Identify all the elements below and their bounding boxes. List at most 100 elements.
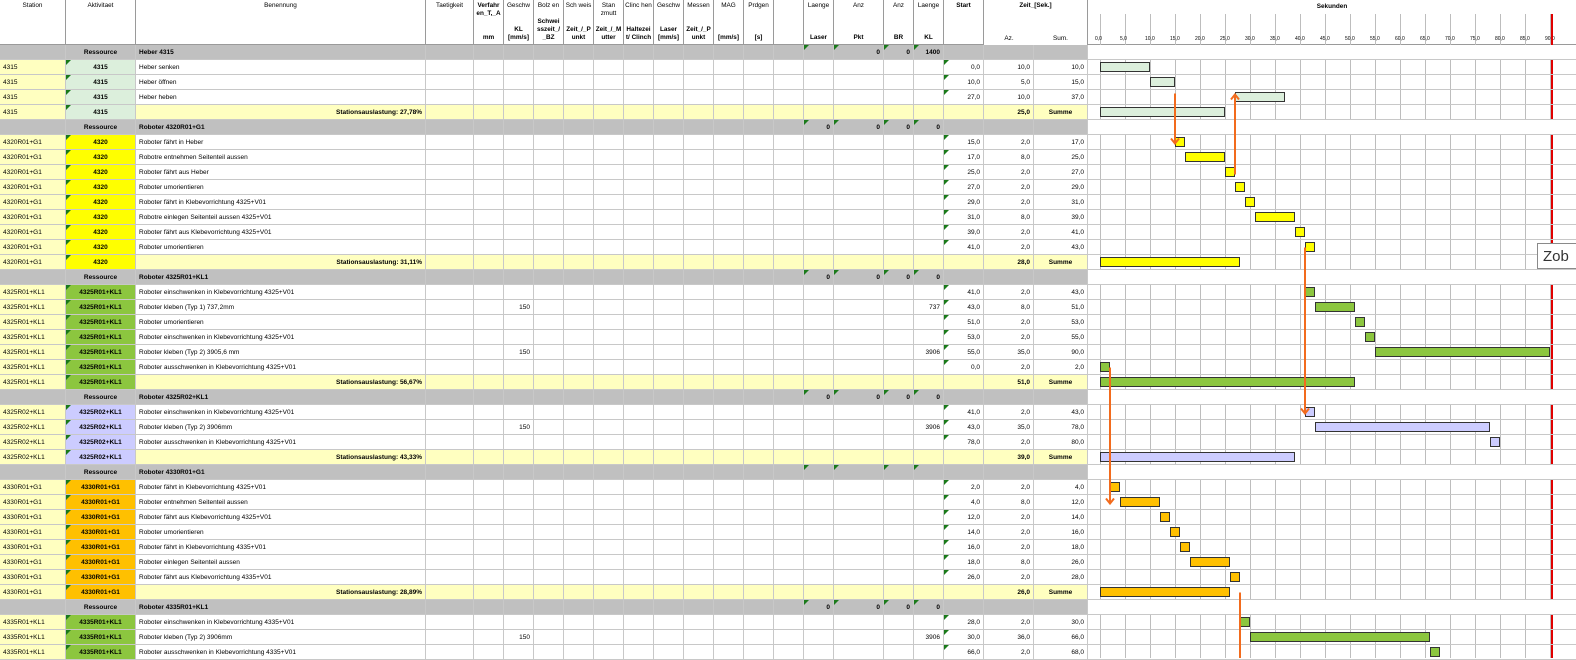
cell-mag[interactable] [714,225,744,240]
cell-stanz[interactable] [594,450,624,465]
cell-stanz[interactable] [594,510,624,525]
cell-pkt[interactable] [834,360,884,375]
cell-br[interactable] [884,495,914,510]
cell-clinch[interactable] [624,150,654,165]
start-cell[interactable]: 17,0 [944,150,984,165]
cell-stanz[interactable] [594,585,624,600]
cell-geschw2[interactable] [654,510,684,525]
cell-stanz[interactable] [594,195,624,210]
sum-cell[interactable]: 43,0 [1034,405,1088,420]
gantt-bar[interactable] [1160,512,1170,522]
cell-geschw[interactable] [504,510,534,525]
cell-blank[interactable] [774,210,804,225]
cell-geschw[interactable] [504,180,534,195]
cell-verf[interactable] [474,330,504,345]
cell-taet[interactable] [426,180,474,195]
cell-laser[interactable] [804,225,834,240]
cell-pruef[interactable] [744,195,774,210]
cell-station[interactable] [0,390,66,405]
cell-bolz[interactable] [534,420,564,435]
cell-br[interactable] [884,405,914,420]
cell-kl[interactable] [914,255,944,270]
cell-pkt[interactable] [834,330,884,345]
resource-label[interactable]: Ressource [66,600,136,615]
az-cell[interactable]: 2,0 [984,615,1034,630]
cell-mag[interactable] [714,345,744,360]
summe-label[interactable]: Summe [1034,255,1088,270]
cell-bolz[interactable] [534,510,564,525]
cell-geschw2[interactable] [654,60,684,75]
start-cell[interactable]: 4,0 [944,495,984,510]
cell-blank[interactable] [774,345,804,360]
station-cell[interactable]: 4325R02+KL1 [0,420,66,435]
cell-mess[interactable] [684,225,714,240]
cell-br[interactable] [884,510,914,525]
cell-taet[interactable] [426,570,474,585]
cell-br[interactable]: 0 [884,270,914,285]
cell-br[interactable] [884,225,914,240]
cell-stanz[interactable] [594,480,624,495]
cell-verf[interactable] [474,210,504,225]
cell-geschw[interactable] [504,465,534,480]
cell-taet[interactable] [426,270,474,285]
az-cell[interactable]: 35,0 [984,420,1034,435]
cell-mag[interactable] [714,210,744,225]
cell-stanz[interactable] [594,405,624,420]
cell-pkt[interactable] [834,150,884,165]
cell-laser[interactable]: 0 [804,600,834,615]
cell-verf[interactable] [474,435,504,450]
cell-geschw[interactable] [504,165,534,180]
cell-laser[interactable] [804,60,834,75]
cell-br[interactable] [884,285,914,300]
cell-mess[interactable] [684,300,714,315]
cell-br[interactable]: 0 [884,45,914,60]
gantt-bar[interactable] [1305,407,1315,417]
cell-blank[interactable] [774,630,804,645]
cell-mess[interactable] [684,630,714,645]
cell-geschw2[interactable] [654,315,684,330]
cell-clinch[interactable] [624,480,654,495]
cell-kl[interactable] [914,570,944,585]
station-cell[interactable]: 4320R01+G1 [0,225,66,240]
cell-blank[interactable] [774,480,804,495]
cell-blank[interactable] [774,240,804,255]
cell-mess[interactable] [684,165,714,180]
cell-geschw2[interactable] [654,555,684,570]
station-cell[interactable]: 4325R01+KL1 [0,375,66,390]
header-laenge-laser[interactable]: Laenge Laser [804,0,834,45]
resource-label[interactable]: Ressource [66,465,136,480]
cell-pruef[interactable] [744,600,774,615]
header-anz-pkt[interactable]: Anz Pkt [834,0,884,45]
station-cell[interactable]: 4325R01+KL1 [0,345,66,360]
cell-bolz[interactable] [534,450,564,465]
cell-mess[interactable] [684,540,714,555]
cell-geschw2[interactable] [654,150,684,165]
benennung-cell[interactable]: Roboter umorientieren [136,240,426,255]
resource-name[interactable]: Roboter 4325R02+KL1 [136,390,426,405]
cell-station[interactable] [0,465,66,480]
cell-schw[interactable] [564,405,594,420]
station-cell[interactable]: 4325R01+KL1 [0,330,66,345]
cell-clinch[interactable] [624,420,654,435]
station-cell[interactable]: 4320R01+G1 [0,135,66,150]
cell-br[interactable]: 0 [884,600,914,615]
gantt-summary-bar[interactable] [1100,257,1240,267]
gantt-summary-bar[interactable] [1100,107,1225,117]
cell-geschw[interactable] [504,495,534,510]
sum-cell[interactable]: 30,0 [1034,615,1088,630]
cell-pkt[interactable] [834,555,884,570]
cell-mag[interactable] [714,495,744,510]
cell-stanz[interactable] [594,45,624,60]
cell-taet[interactable] [426,540,474,555]
cell-taet[interactable] [426,75,474,90]
cell-taet[interactable] [426,240,474,255]
cell-schw[interactable] [564,495,594,510]
cell-stanz[interactable] [594,210,624,225]
cell-bolz[interactable] [534,210,564,225]
cell-geschw2[interactable] [654,390,684,405]
gantt-bar[interactable] [1305,242,1315,252]
cell-pkt[interactable] [834,615,884,630]
cell-kl[interactable] [914,330,944,345]
cell-bolz[interactable] [534,570,564,585]
gantt-summary-bar[interactable] [1100,452,1295,462]
